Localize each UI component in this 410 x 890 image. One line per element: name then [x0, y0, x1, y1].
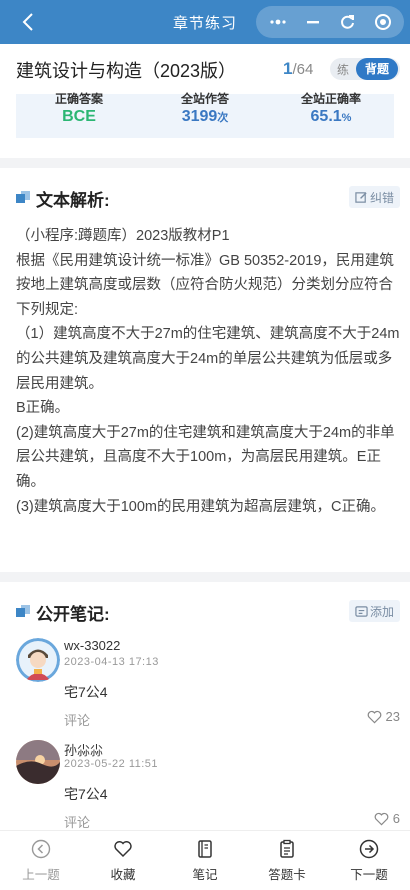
section-marker-icon: [16, 605, 30, 619]
avatar[interactable]: [16, 740, 60, 784]
comment-button[interactable]: 评论: [64, 812, 90, 831]
notes-label: 笔记: [192, 868, 218, 882]
more-button[interactable]: [263, 8, 293, 36]
prev-question-button[interactable]: 上一题: [0, 831, 82, 890]
section-marker-icon: [16, 191, 30, 205]
heart-icon: [367, 710, 381, 723]
arrow-right-circle-icon: [359, 839, 379, 859]
stat-correct-answer: 正确答案 BCE: [16, 90, 142, 126]
note-add-icon: [355, 605, 368, 617]
heart-icon: [374, 812, 389, 825]
book-title: 建筑设计与构造（2023版）: [16, 61, 237, 81]
analysis-line: （小程序:蹲题库）2023版教材P1: [16, 228, 230, 244]
refresh-button[interactable]: [333, 8, 363, 36]
avatar[interactable]: [16, 638, 60, 682]
avatar-cartoon-icon: [16, 638, 60, 682]
report-error-label: 纠错: [369, 190, 394, 205]
mode-recite-option[interactable]: 背题: [356, 58, 398, 80]
heart-icon: [114, 840, 132, 858]
next-question-button[interactable]: 下一题: [328, 831, 410, 890]
target-icon: [374, 14, 391, 30]
bottom-toolbar: 上一题 收藏 笔记 答题卡 下一题: [0, 830, 410, 890]
avatar-sunset-icon: [16, 740, 60, 784]
analysis-line: （1）建筑高度不大于27m的住宅建筑、建筑高度不大于24m的公共建筑及建筑高度大…: [16, 326, 400, 392]
mode-toggle[interactable]: 练 背题: [330, 58, 400, 80]
minimize-button[interactable]: [298, 8, 328, 36]
correct-answer-value: BCE: [62, 108, 96, 125]
close-button[interactable]: [368, 8, 398, 36]
prev-question-label: 上一题: [22, 868, 60, 882]
arrow-left-circle-icon: [31, 839, 51, 859]
like-count: 23: [385, 709, 400, 724]
analysis-line: 根据《民用建筑设计统一标准》GB 50352-2019，民用建筑按地上建筑高度或…: [16, 252, 394, 318]
next-question-label: 下一题: [350, 868, 388, 882]
like-button[interactable]: 6: [374, 811, 400, 826]
report-error-button[interactable]: 纠错: [348, 186, 400, 208]
clipboard-icon: [280, 839, 294, 858]
note-username: wx-33022: [64, 638, 121, 653]
comment-button[interactable]: 评论: [64, 710, 90, 729]
note-time: 2023-05-22 11:51: [64, 758, 159, 770]
notes-button[interactable]: 笔记: [164, 831, 246, 890]
mini-program-capsule: [256, 6, 404, 38]
like-count: 6: [392, 811, 400, 826]
favorite-button[interactable]: 收藏: [82, 831, 164, 890]
stat-site-accuracy: 全站正确率 65.1%: [268, 90, 394, 126]
site-accuracy-value: 65.1%: [310, 108, 352, 125]
stat-label: 正确答案: [54, 92, 103, 104]
stat-label: 全站正确率: [300, 92, 361, 104]
top-nav-bar: 章节练习: [0, 0, 410, 44]
notes-title: 公开笔记:: [36, 604, 110, 624]
analysis-text: （小程序:蹲题库）2023版教材P1 根据《民用建筑设计统一标准》GB 5035…: [16, 224, 400, 519]
minimize-icon: [306, 21, 319, 24]
refresh-icon: [340, 15, 354, 29]
note-time: 2023-04-13 17:13: [64, 656, 159, 668]
note-username: 孙尛尛: [64, 743, 104, 758]
add-note-label: 添加: [369, 604, 394, 619]
question-header: 建筑设计与构造（2023版） 1/64 练 背题: [0, 44, 410, 94]
more-dots-icon: [269, 19, 286, 25]
add-note-button[interactable]: 添加: [348, 600, 400, 622]
site-attempts-value: 3199次: [181, 108, 229, 125]
like-button[interactable]: 23: [367, 709, 400, 724]
answer-card-button[interactable]: 答题卡: [246, 831, 328, 890]
stat-site-attempts: 全站作答 3199次: [142, 90, 268, 126]
analysis-line: B正确。: [16, 400, 70, 417]
answer-card-label: 答题卡: [268, 868, 306, 882]
analysis-line: (2)建筑高度大于27m的住宅建筑和建筑高度大于24m的非单层公共建筑，且高度不…: [16, 424, 395, 490]
note-content: 宅7公4: [64, 684, 108, 700]
analysis-title: 文本解析:: [36, 190, 110, 210]
total-pages: /64: [292, 61, 314, 78]
stat-label: 全站作答: [180, 92, 229, 104]
stats-card: 正确答案 BCE 全站作答 3199次 全站正确率 65.1%: [16, 92, 394, 138]
analysis-section: 文本解析: 纠错 （小程序:蹲题库）2023版教材P1 根据《民用建筑设计统一标…: [0, 168, 410, 572]
edit-icon: [355, 191, 367, 203]
note-content: 宅7公4: [64, 786, 108, 802]
notebook-icon: [198, 840, 212, 858]
favorite-label: 收藏: [110, 868, 136, 882]
analysis-line: (3)建筑高度大于100m的民用建筑为超高层建筑，C正确。: [16, 498, 385, 515]
mode-practice-option[interactable]: 练: [330, 61, 356, 78]
page-counter: 1/64: [283, 59, 313, 79]
notes-header: 公开笔记:: [16, 602, 110, 624]
analysis-header: 文本解析:: [16, 188, 110, 210]
